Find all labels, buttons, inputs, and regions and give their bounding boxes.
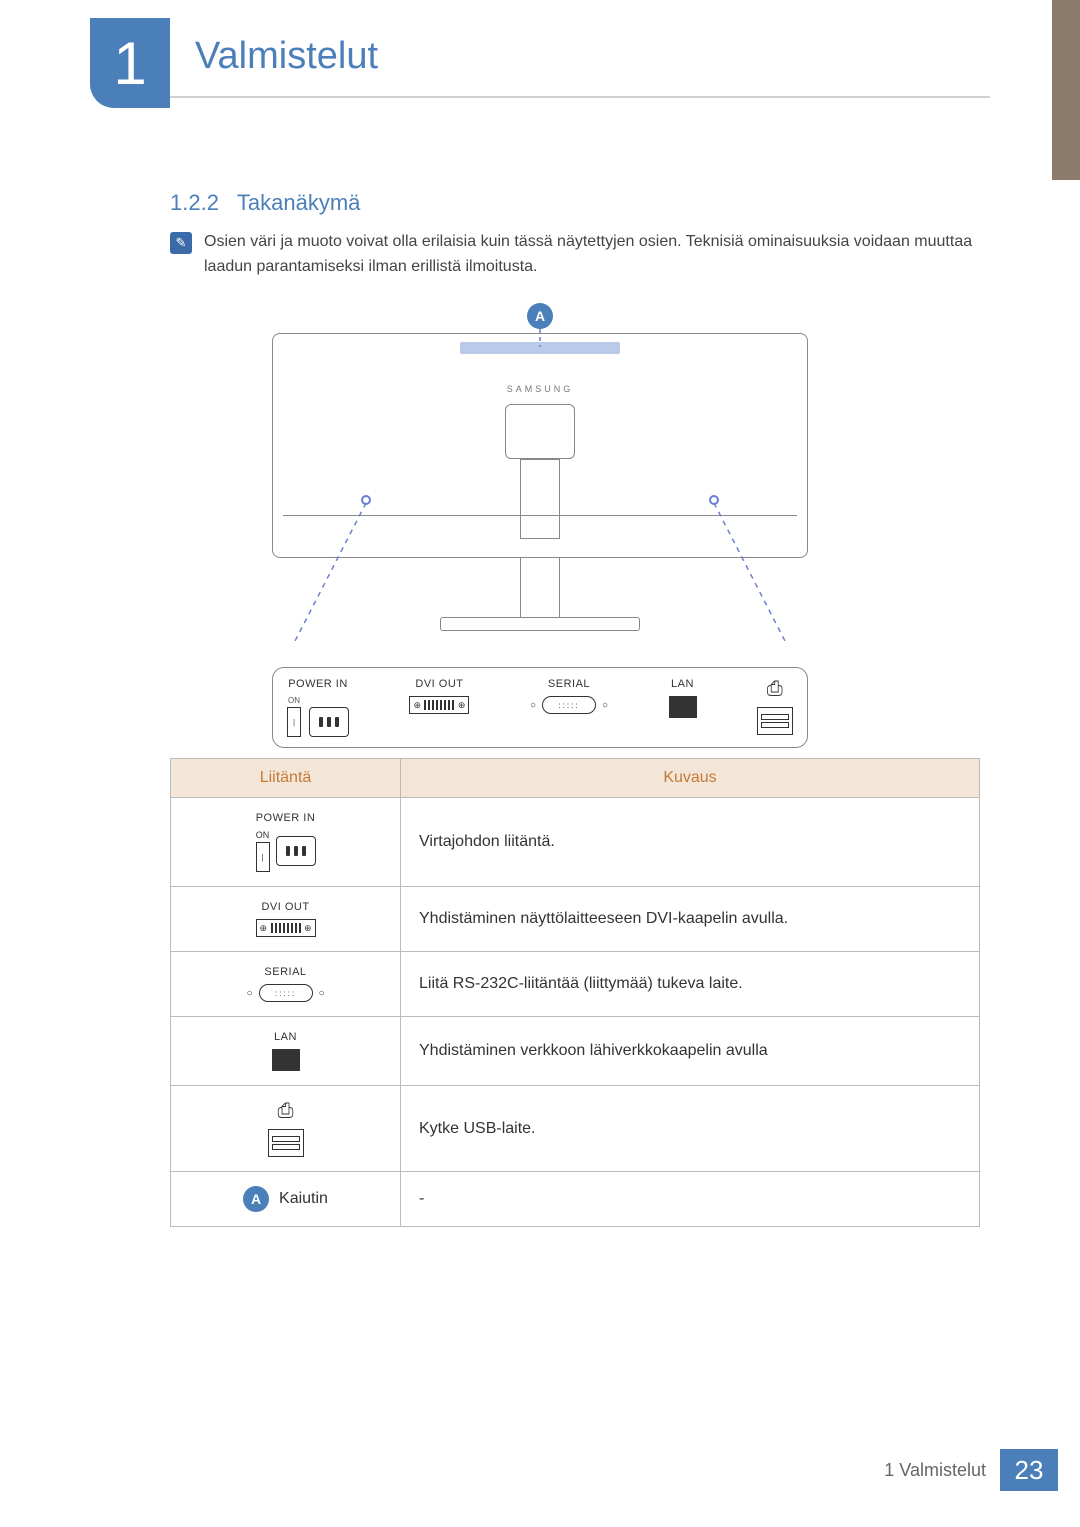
row-desc: - [401,1172,980,1227]
section-title: Takanäkymä [237,190,361,215]
chapter-number-tab: 1 [90,18,170,108]
connector-table: Liitäntä Kuvaus POWER IN ON | Virtajohdo… [170,758,980,1227]
chapter-number: 1 [113,29,146,98]
table-header-port: Liitäntä [171,759,401,798]
panel-group-power: POWER IN ON | [287,678,349,737]
serial-port-icon: ::::: [542,696,596,714]
stand-neck-lower [520,558,560,618]
power-inlet-icon [309,707,349,737]
callout-dot-right [709,495,719,505]
mount-plate [505,404,575,459]
page-number: 23 [1000,1449,1058,1491]
panel-group-serial: SERIAL ○:::::○ [530,678,608,737]
row-label-dvi: DVI OUT [261,901,309,913]
callout-dot-left [361,495,371,505]
power-switch-icon: | [256,842,270,872]
rear-view-diagram: A SAMSUNG POWER IN ON | DVI OUT [272,303,808,748]
panel-group-usb: ⎙ [757,678,793,737]
connector-panel: POWER IN ON | DVI OUT ⊕⊕ SERIAL ○:::::○ … [272,667,808,748]
monitor-back-outline: SAMSUNG [272,333,808,558]
row-desc: Virtajohdon liitäntä. [401,798,980,887]
table-row: SERIAL ○:::::○ Liitä RS-232C-liitäntää (… [171,952,980,1017]
row-label-serial: SERIAL [264,966,306,978]
table-row: ⎙ Kytke USB-laite. [171,1086,980,1172]
row-desc: Kytke USB-laite. [401,1086,980,1172]
stand-base [440,617,640,631]
chapter-title: Valmistelut [195,35,378,78]
brand-text: SAMSUNG [507,384,574,394]
callout-badge-a: A [243,1186,269,1212]
panel-label-lan: LAN [671,678,694,690]
row-label-lan: LAN [274,1031,297,1043]
table-row: LAN Yhdistäminen verkkoon lähiverkkokaap… [171,1017,980,1086]
power-inlet-icon [276,836,316,866]
dvi-port-icon: ⊕⊕ [256,919,316,937]
note-text: Osien väri ja muoto voivat olla erilaisi… [204,230,980,280]
section-number: 1.2.2 [170,190,219,215]
usb-port-icon [757,707,793,735]
table-row: POWER IN ON | Virtajohdon liitäntä. [171,798,980,887]
speaker-bar [460,342,620,354]
row-label-power: POWER IN [256,812,316,824]
serial-port-icon: ::::: [259,984,313,1002]
panel-label-power: POWER IN [288,678,348,690]
usb-port-icon [268,1129,304,1157]
power-switch-icon: | [287,707,301,737]
row-sublabel-on: ON [256,830,270,840]
note-icon: ✎ [170,232,192,254]
side-accent-bar [1052,0,1080,180]
panel-label-serial: SERIAL [548,678,590,690]
panel-group-dvi: DVI OUT ⊕⊕ [409,678,469,737]
row-desc: Yhdistäminen verkkoon lähiverkkokaapelin… [401,1017,980,1086]
dvi-port-icon: ⊕⊕ [409,696,469,714]
table-row: DVI OUT ⊕⊕ Yhdistäminen näyttölaitteesee… [171,887,980,952]
table-header-desc: Kuvaus [401,759,980,798]
panel-group-lan: LAN [669,678,697,737]
section-heading: 1.2.2 Takanäkymä [170,190,360,216]
footer-breadcrumb: 1 Valmistelut [884,1460,986,1481]
port-strip [283,515,797,547]
chapter-divider [170,96,990,98]
panel-label-dvi: DVI OUT [415,678,463,690]
usb-symbol-icon: ⎙ [767,678,784,701]
note-block: ✎ Osien väri ja muoto voivat olla erilai… [170,230,980,280]
table-row: A Kaiutin - [171,1172,980,1227]
page-footer: 1 Valmistelut 23 [884,1449,1058,1491]
lan-port-icon [669,696,697,718]
callout-badge-a: A [527,303,553,329]
usb-symbol-icon: ⎙ [278,1100,294,1123]
row-label-speaker: Kaiutin [279,1190,328,1208]
lan-port-icon [272,1049,300,1071]
row-desc: Liitä RS-232C-liitäntää (liittymää) tuke… [401,952,980,1017]
panel-label-on: ON [288,696,300,705]
row-desc: Yhdistäminen näyttölaitteeseen DVI-kaape… [401,887,980,952]
